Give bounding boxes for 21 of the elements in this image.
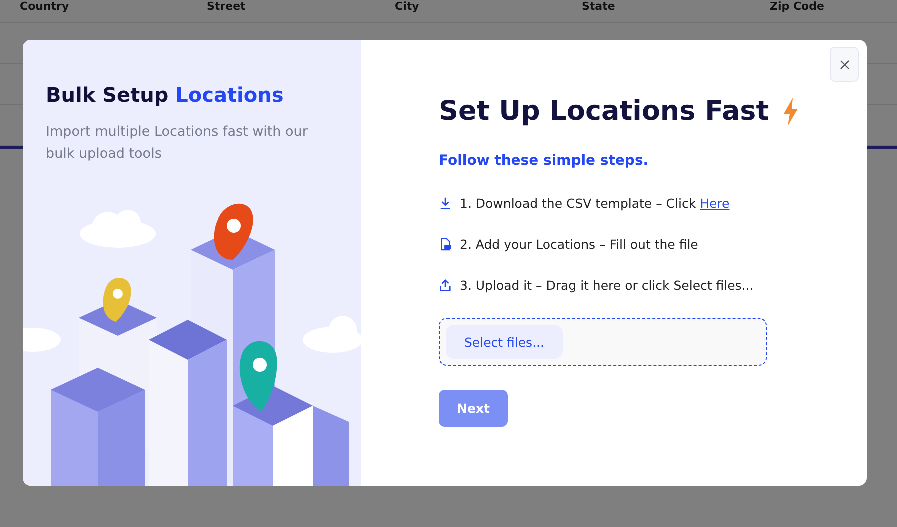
- column-header: Country: [20, 0, 70, 13]
- select-files-button[interactable]: Select files...: [446, 325, 563, 359]
- step-text: 1. Download the CSV template – Click Here: [460, 196, 730, 211]
- lightning-icon: [783, 98, 800, 126]
- column-header: Zip Code: [770, 0, 826, 13]
- column-header: City: [395, 0, 420, 13]
- template-link[interactable]: Here: [700, 196, 730, 211]
- close-icon: [840, 60, 850, 70]
- step-text: 3. Upload it – Drag it here or click Select files...: [460, 278, 754, 293]
- steps-heading: Follow these simple steps.: [439, 153, 649, 169]
- column-header: Street: [207, 0, 247, 13]
- column-header: State: [582, 0, 616, 13]
- panel-description: Import multiple Locations fast with our bulk upload tools: [46, 123, 309, 164]
- step-text: 2. Add your Locations – Fill out the file: [460, 237, 698, 252]
- upload-icon: [439, 279, 452, 292]
- download-icon: [439, 197, 452, 210]
- dialog-title: Set Up Locations Fast: [439, 96, 770, 127]
- panel-title: Bulk Setup Locations: [46, 83, 285, 107]
- close-button[interactable]: [830, 47, 859, 82]
- file-dropzone[interactable]: Select files...: [439, 318, 767, 366]
- csv-file-icon: [439, 238, 452, 251]
